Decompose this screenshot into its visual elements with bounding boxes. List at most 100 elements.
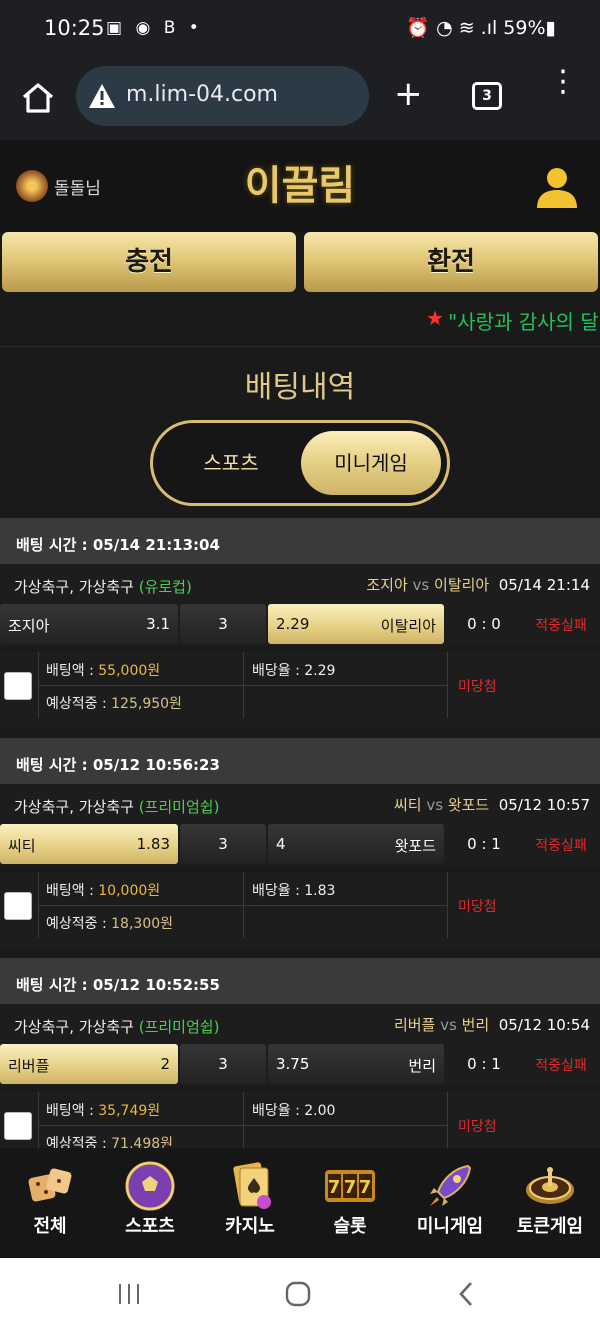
browser-toolbar: m.lim-04.com + 3 ⋮: [0, 62, 600, 140]
star-icon: ★: [426, 306, 444, 330]
nav-all[interactable]: 전체: [0, 1148, 100, 1258]
odds-row: 조지아 3.1 3 2.29 이탈리아 0 : 0 적중실패: [0, 604, 600, 646]
league-name: 가상축구, 가상축구 (프리미엄쉽): [14, 798, 220, 816]
away-odds-cell: 3.75 번리: [268, 1044, 444, 1084]
warning-icon[interactable]: [88, 83, 116, 109]
match-info: 가상축구, 가상축구 (프리미엄쉽) 리버플 vs 번리 05/12 10:54: [0, 1004, 600, 1044]
matchup: 조지아 vs 이탈리아 05/14 21:14: [366, 576, 590, 594]
svg-text:7: 7: [344, 1177, 357, 1198]
bet-detail: 배팅액 : 10,000원 예상적중 : 18,300원 배당율 : 1.83 …: [0, 872, 600, 948]
odds-rate: 배당율 : 1.83: [252, 883, 336, 899]
select-checkbox[interactable]: [4, 892, 32, 920]
username[interactable]: 돌돌님: [54, 174, 101, 199]
system-status-icons: ⏰ ◔ ≋ .ıl 59%▮: [406, 17, 556, 39]
bet-time: 배팅 시간 : 05/12 10:56:23: [0, 738, 600, 784]
league-name: 가상축구, 가상축구 (유로컵): [14, 578, 192, 596]
away-odds-cell: 2.29 이탈리아: [268, 604, 444, 644]
league-tag: (프리미엄쉽): [138, 798, 220, 816]
category-toggle: 스포츠 미니게임: [150, 420, 450, 506]
site-header: 돌돌님 이끌림: [0, 140, 600, 232]
win-status: 미당첨: [458, 899, 497, 915]
draw-odds-cell: 3: [180, 604, 266, 644]
draw-odds-cell: 3: [180, 824, 266, 864]
result-status: 적중실패: [522, 1044, 600, 1084]
expected-win: 예상적중 : 71,498원: [46, 1136, 174, 1148]
page-title: 배팅내역: [244, 370, 356, 405]
score: 0 : 0: [446, 604, 522, 644]
svg-text:7: 7: [328, 1177, 341, 1198]
odds-rate: 배당율 : 2.29: [252, 663, 336, 679]
match-time: 05/12 10:54: [498, 1016, 590, 1034]
address-bar[interactable]: m.lim-04.com: [76, 66, 369, 126]
score: 0 : 1: [446, 824, 522, 864]
svg-text:7: 7: [359, 1177, 372, 1198]
draw-odds-cell: 3: [180, 1044, 266, 1084]
divider: [0, 346, 600, 347]
charge-button[interactable]: 충전: [2, 232, 296, 292]
odds-row: 리버플 2 3 3.75 번리 0 : 1 적중실패: [0, 1044, 600, 1086]
home-odds-cell: 씨티 1.83: [0, 824, 178, 864]
result-status: 적중실패: [522, 604, 600, 644]
new-tab-icon[interactable]: +: [394, 74, 423, 114]
exchange-button[interactable]: 환전: [304, 232, 598, 292]
site-content: 돌돌님 이끌림 충전 환전 ★ "사랑과 감사의 달 5 배팅내역 스포츠 미니…: [0, 140, 600, 1148]
user-profile-icon[interactable]: [534, 164, 580, 210]
matchup: 씨티 vs 왓포드 05/12 10:57: [393, 796, 590, 814]
league-name: 가상축구, 가상축구 (프리미엄쉽): [14, 1018, 220, 1036]
bet-amount: 배팅액 : 55,000원: [46, 663, 161, 679]
league-tag: (유로컵): [138, 578, 192, 596]
bet-time: 배팅 시간 : 05/12 10:52:55: [0, 958, 600, 1004]
home-icon[interactable]: [20, 80, 56, 116]
status-bar: 10:25 ▣ ◉ B • ⏰ ◔ ≋ .ıl 59%▮: [0, 0, 600, 62]
home-odds-cell: 리버플 2: [0, 1044, 178, 1084]
bet-amount: 배팅액 : 35,749원: [46, 1103, 161, 1119]
bottom-nav: 전체 스포츠 카지노 7 7 7 슬롯 미니게임 토큰게임: [0, 1148, 600, 1258]
score: 0 : 1: [446, 1044, 522, 1084]
league-tag: (프리미엄쉽): [138, 1018, 220, 1036]
nav-slot[interactable]: 7 7 7 슬롯: [300, 1148, 400, 1258]
expected-win: 예상적중 : 18,300원: [46, 916, 174, 932]
ticker-message: "사랑과 감사의 달 5: [448, 310, 600, 334]
home-odds-cell: 조지아 3.1: [0, 604, 178, 644]
nav-casino[interactable]: 카지노: [200, 1148, 300, 1258]
home-button-icon[interactable]: [284, 1280, 312, 1308]
slot-777-icon: 7 7 7: [325, 1170, 375, 1202]
select-checkbox[interactable]: [4, 672, 32, 700]
bet-detail: 배팅액 : 55,000원 예상적중 : 125,950원 배당율 : 2.29…: [0, 652, 600, 728]
android-navigation-bar: [0, 1258, 600, 1333]
status-time: 10:25: [44, 16, 105, 40]
back-icon[interactable]: [456, 1280, 476, 1308]
match-time: 05/14 21:14: [498, 576, 590, 594]
nav-token-game[interactable]: 토큰게임: [500, 1148, 600, 1258]
rocket-icon: [430, 1164, 472, 1206]
nav-minigame[interactable]: 미니게임: [400, 1148, 500, 1258]
away-odds-cell: 4 왓포드: [268, 824, 444, 864]
tab-sports[interactable]: 스포츠: [161, 431, 301, 495]
bet-record: 배팅 시간 : 05/12 10:56:23 가상축구, 가상축구 (프리미엄쉽…: [0, 738, 600, 958]
result-status: 적중실패: [522, 824, 600, 864]
bet-detail: 배팅액 : 35,749원 예상적중 : 71,498원 배당율 : 2.00 …: [0, 1092, 600, 1148]
win-status: 미당첨: [458, 679, 497, 695]
win-status: 미당첨: [458, 1119, 497, 1135]
bet-amount: 배팅액 : 10,000원: [46, 883, 161, 899]
match-time: 05/12 10:57: [498, 796, 590, 814]
site-logo[interactable]: 이끌림: [244, 146, 356, 226]
playing-cards-icon: [233, 1162, 271, 1209]
dice-icon: [28, 1168, 72, 1202]
bet-record: 배팅 시간 : 05/14 21:13:04 가상축구, 가상축구 (유로컵) …: [0, 518, 600, 738]
bet-record: 배팅 시간 : 05/12 10:52:55 가상축구, 가상축구 (프리미엄쉽…: [0, 958, 600, 1148]
bet-time: 배팅 시간 : 05/14 21:13:04: [0, 518, 600, 564]
odds-row: 씨티 1.83 3 4 왓포드 0 : 1 적중실패: [0, 824, 600, 866]
match-info: 가상축구, 가상축구 (프리미엄쉽) 씨티 vs 왓포드 05/12 10:57: [0, 784, 600, 824]
recent-apps-icon[interactable]: [116, 1280, 142, 1308]
notice-ticker: ★ "사랑과 감사의 달 5: [0, 292, 600, 346]
overflow-menu-icon[interactable]: ⋮: [548, 67, 578, 97]
select-checkbox[interactable]: [4, 1112, 32, 1140]
url-text[interactable]: m.lim-04.com: [126, 82, 278, 107]
nav-sports[interactable]: 스포츠: [100, 1148, 200, 1258]
odds-rate: 배당율 : 2.00: [252, 1103, 336, 1119]
tab-minigame[interactable]: 미니게임: [301, 431, 441, 495]
roulette-icon: [526, 1167, 574, 1204]
soccer-ball-icon: [125, 1161, 175, 1211]
tab-switcher-button[interactable]: 3: [472, 82, 502, 110]
